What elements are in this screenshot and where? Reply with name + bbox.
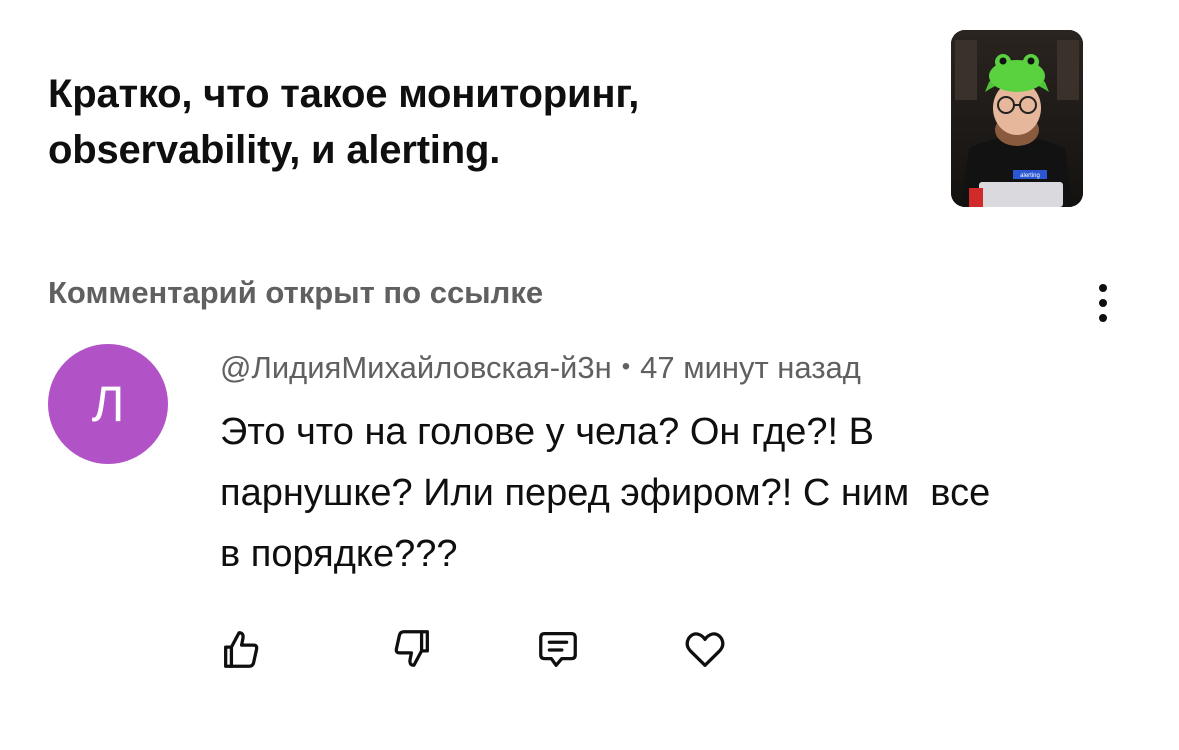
avatar-letter: Л (91, 376, 125, 432)
comment-meta: @ЛидияМихайловская-й3н • 47 минут назад (220, 350, 861, 386)
like-button[interactable] (214, 622, 268, 676)
more-vertical-icon[interactable] (1088, 278, 1118, 328)
dislike-button[interactable] (385, 622, 439, 676)
like-icon (224, 631, 259, 668)
video-title: Кратко, что такое мониторинг, observabil… (48, 72, 640, 172)
dislike-icon (394, 630, 429, 667)
heart-icon (685, 632, 725, 667)
reply-icon (539, 632, 577, 667)
video-thumbnail-image: alerting (951, 30, 1083, 207)
comment-author[interactable]: @ЛидияМихайловская-й3н (220, 350, 612, 385)
reply-button[interactable] (531, 622, 585, 676)
video-thumbnail[interactable]: alerting (951, 30, 1083, 207)
heart-button[interactable] (678, 622, 732, 676)
comment-text: Это что на голове у чела? Он где?! В пар… (220, 411, 991, 575)
avatar[interactable]: Л (48, 344, 168, 464)
svg-text:alerting: alerting (1020, 173, 1040, 179)
comments-section-label: Комментарий открыт по ссылке (48, 275, 544, 310)
meta-separator: • (621, 353, 631, 380)
comment-time: 47 минут назад (640, 350, 861, 385)
